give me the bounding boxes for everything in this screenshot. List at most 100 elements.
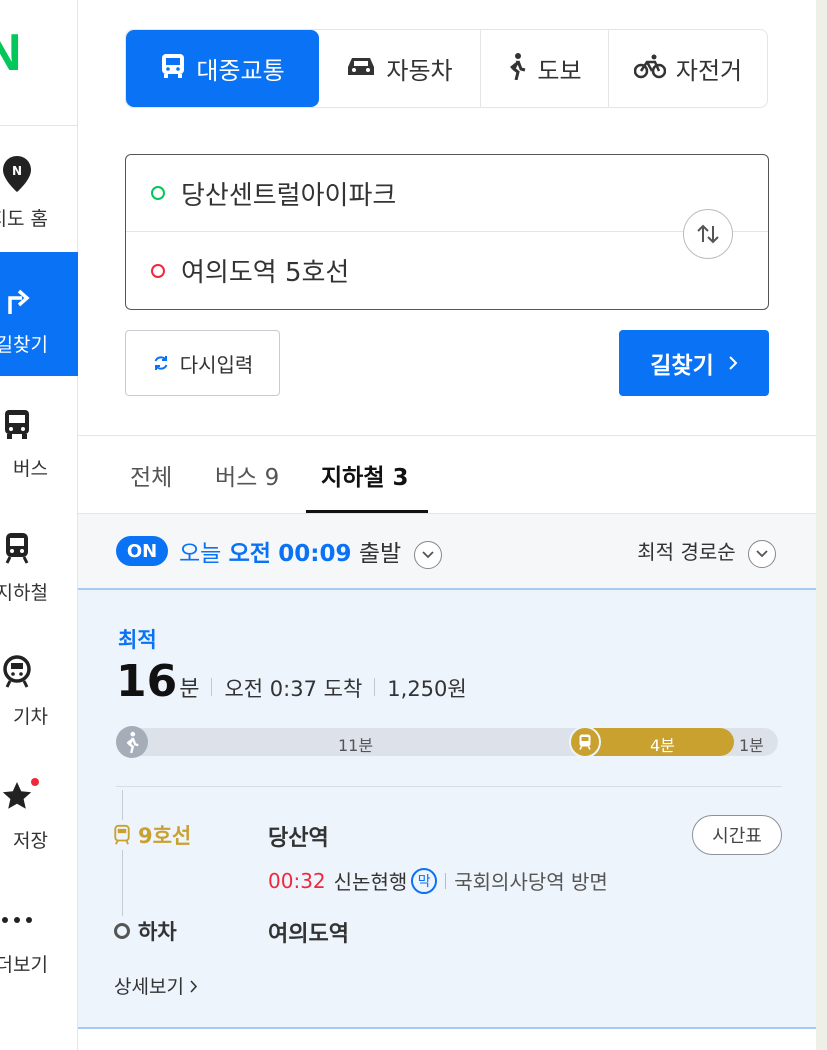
- best-route-tag: 최적: [118, 628, 157, 652]
- map-pin-icon: N: [0, 154, 34, 194]
- destination-marker-icon: [151, 263, 165, 278]
- nav-item-subway[interactable]: 지하철: [0, 500, 78, 624]
- platform-direction: 국회의사당역 방면: [454, 870, 608, 894]
- mode-car[interactable]: 자동차: [319, 30, 481, 107]
- reset-button[interactable]: 다시입력: [125, 330, 280, 396]
- timetable-button[interactable]: 시간표: [692, 815, 782, 855]
- alight-text: 하차: [138, 920, 177, 944]
- departure-sort-bar: ON 오늘 오전 00:09 출발 최적 경로순: [78, 513, 816, 588]
- nav-item-train[interactable]: 기차: [0, 624, 78, 748]
- nav-label: 지도 홈: [0, 208, 48, 230]
- departure-time-selector[interactable]: 오늘 오전 00:09 출발: [179, 534, 443, 569]
- summary-separator: [374, 678, 376, 696]
- fare: 1,250원: [387, 677, 467, 701]
- subway-icon: [114, 824, 130, 845]
- alight-marker-icon: [114, 923, 130, 939]
- car-icon: [346, 54, 376, 84]
- svg-text:N: N: [12, 164, 22, 178]
- search-button[interactable]: 길찾기: [619, 330, 769, 396]
- route-timeline-bar: 11분 4분 1분: [116, 726, 778, 758]
- nav-label: 저장: [13, 830, 48, 852]
- info-separator: [445, 872, 447, 889]
- directions-icon: [0, 280, 34, 320]
- route-input-box: 당산센트럴아이파크 여의도역 5호선: [125, 154, 769, 310]
- walk-icon: [507, 52, 527, 86]
- mode-label: 도보: [537, 57, 582, 85]
- alighting-station[interactable]: 여의도역: [268, 916, 349, 948]
- mode-transit[interactable]: 대중교통: [126, 30, 319, 107]
- nav-item-more[interactable]: 더보기: [0, 872, 78, 996]
- last-train-badge: 막: [411, 867, 438, 894]
- arrival-time: 오전 0:37 도착: [224, 677, 363, 701]
- nav-item-bus[interactable]: 버스: [0, 376, 78, 500]
- mode-bicycle[interactable]: 자전거: [609, 30, 767, 107]
- chevron-down-icon: [414, 540, 443, 569]
- destination-value: 여의도역 5호선: [181, 258, 350, 288]
- bus-icon: [160, 52, 186, 86]
- summary-separator: [211, 678, 213, 696]
- nav-label: 더보기: [0, 954, 48, 976]
- nav-item-map-home[interactable]: N 지도 홈: [0, 126, 78, 250]
- mode-label: 자전거: [675, 57, 743, 85]
- duration-unit: 분: [179, 677, 200, 702]
- bicycle-icon: [633, 53, 667, 85]
- details-label: 상세보기: [114, 976, 184, 998]
- chevron-right-icon: [190, 980, 198, 993]
- result-tabs: 전체 버스 9 지하철 3: [78, 436, 816, 513]
- details-link[interactable]: 상세보기: [114, 972, 198, 999]
- route-step-line: [122, 790, 123, 925]
- chevron-right-icon: [729, 356, 738, 370]
- train-info: 00:32 신논현행 막 국회의사당역 방면: [268, 866, 608, 895]
- swap-icon: [697, 224, 719, 244]
- sort-selector[interactable]: 최적 경로순: [637, 536, 776, 568]
- mode-label: 자동차: [386, 57, 453, 85]
- subway-duration-label: 4분: [650, 736, 675, 755]
- tab-all[interactable]: 전체: [130, 458, 172, 492]
- origin-field[interactable]: 당산센트럴아이파크: [126, 155, 768, 232]
- notification-dot: [31, 778, 39, 786]
- duration-minutes: 16: [116, 656, 178, 707]
- nav-label: 길찾기: [0, 334, 48, 356]
- nav-item-saved[interactable]: 저장: [0, 748, 78, 872]
- boarding-station[interactable]: 당산역: [268, 820, 329, 852]
- today-label: 오늘: [179, 541, 222, 567]
- subway-icon: [0, 528, 34, 568]
- origin-marker-icon: [151, 186, 165, 200]
- departure-time: 00:09: [278, 541, 352, 567]
- route-result-card[interactable]: 최적 16 분 오전 0:37 도착 1,250원 11분 4분 1분 9호선: [78, 588, 816, 1029]
- origin-value: 당산센트럴아이파크: [181, 180, 397, 211]
- walk-duration-label: 11분: [338, 736, 374, 755]
- depart-label: 출발: [358, 541, 402, 567]
- alight-label: 하차: [114, 916, 177, 946]
- nav-item-directions[interactable]: 길찾기: [0, 252, 78, 376]
- naver-logo[interactable]: N: [0, 28, 40, 78]
- card-divider: [116, 786, 782, 787]
- realtime-on-badge[interactable]: ON: [116, 536, 168, 566]
- end-walk-duration-label: 1분: [739, 736, 764, 755]
- train-direction: 신논현행: [333, 870, 408, 894]
- swap-button[interactable]: [683, 209, 733, 259]
- chevron-down-icon: [748, 539, 776, 568]
- directions-panel: 대중교통 자동차 도보 자전거 당산센트럴아이파크 여의도역 5호선 다시입력 …: [78, 0, 816, 1050]
- train-icon: [0, 652, 34, 692]
- nav-label: 지하철: [0, 582, 48, 604]
- ampm-label: 오전: [228, 541, 271, 567]
- refresh-icon: [154, 356, 168, 370]
- tab-bus[interactable]: 버스 9: [215, 458, 279, 492]
- map-view[interactable]: [816, 0, 827, 1050]
- line-name: 9호선: [138, 824, 192, 848]
- mode-label: 대중교통: [196, 57, 285, 85]
- transport-mode-tabs: 대중교통 자동차 도보 자전거: [125, 29, 768, 108]
- mode-walk[interactable]: 도보: [481, 30, 609, 107]
- bus-icon: [0, 404, 34, 444]
- route-summary: 16 분 오전 0:37 도착 1,250원: [116, 656, 467, 707]
- left-nav: N N 지도 홈 길찾기 버스 지하철 기차 저장: [0, 0, 78, 1050]
- departure-time-realtime: 00:32: [268, 868, 326, 893]
- more-icon: [0, 900, 34, 940]
- reset-label: 다시입력: [179, 352, 254, 377]
- nav-label: 기차: [13, 706, 48, 728]
- subway-icon: [569, 726, 601, 758]
- walk-icon: [116, 726, 148, 758]
- destination-field[interactable]: 여의도역 5호선: [126, 232, 768, 309]
- tab-subway[interactable]: 지하철 3: [321, 458, 409, 492]
